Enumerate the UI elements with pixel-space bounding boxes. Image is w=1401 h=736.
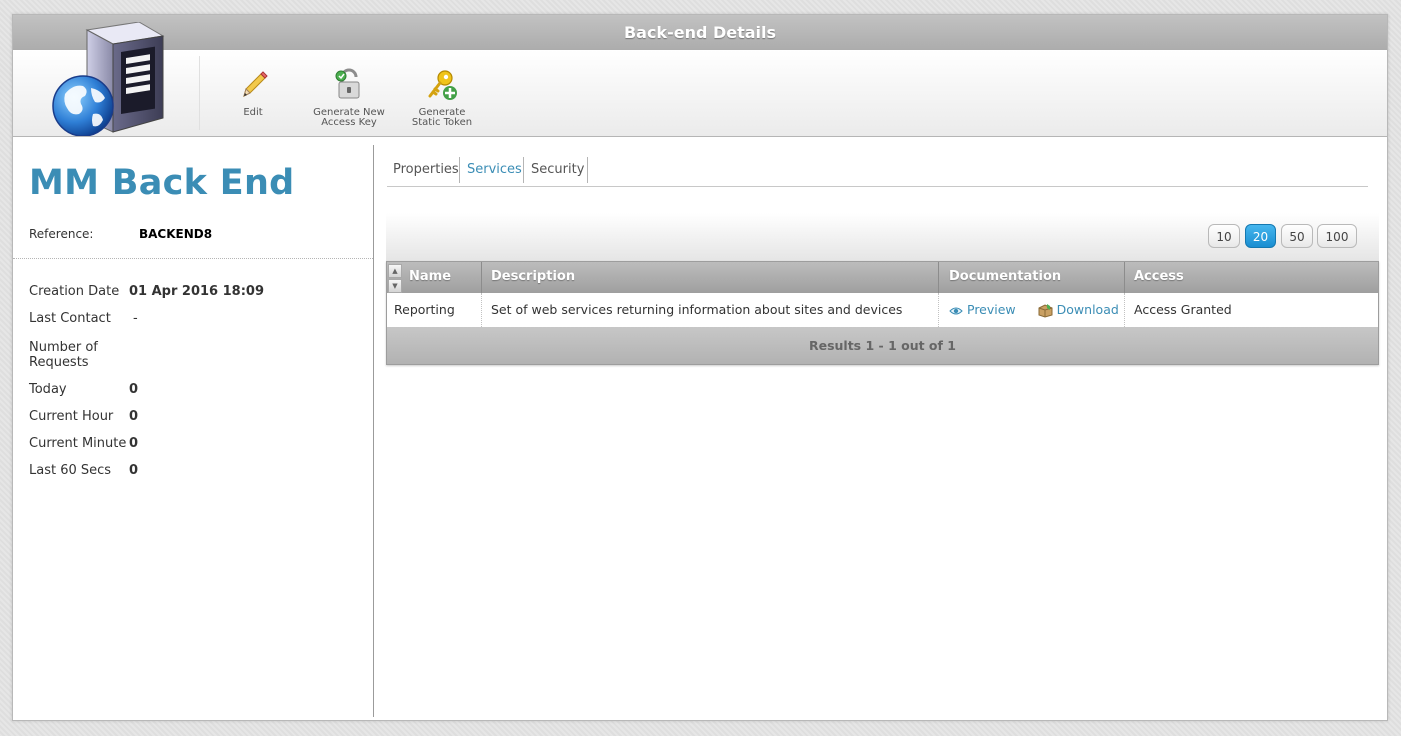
current-minute-value: 0 [129,436,139,451]
toolbar: Edit Generate New Access Key Generate St… [13,22,1387,137]
column-header-access[interactable]: Access [1134,262,1184,293]
download-label: Download [1056,302,1119,317]
access-cell: Access Granted [1134,302,1232,317]
download-link[interactable]: Download [1038,302,1119,318]
package-icon [1038,303,1053,318]
window-title: Back-end Details [13,15,1387,50]
generate-access-key-label-2: Access Key [321,117,377,128]
toolbar-separator [199,56,200,130]
current-hour-label: Current Hour [29,409,114,424]
key-plus-icon [428,70,457,100]
tab-underline [387,186,1368,187]
tab-separator [459,157,460,183]
generate-access-key-button[interactable]: Generate New Access Key [304,68,394,128]
edit-label: Edit [243,107,263,118]
page-size-10-button[interactable]: 10 [1208,224,1240,248]
edit-button[interactable]: Edit [208,68,298,118]
cell-separator [481,293,483,327]
preview-label: Preview [967,302,1016,317]
services-grid: 10 20 50 100 ▲ ▼ Name Description Docume… [386,213,1379,365]
tab-services[interactable]: Services [467,157,522,183]
column-header-description[interactable]: Description [491,262,575,293]
cell-separator [938,293,940,327]
results-footer: Results 1 - 1 out of 1 [387,327,1378,364]
column-separator [481,262,482,293]
current-hour-value: 0 [129,409,139,424]
generate-static-token-label-2: Static Token [411,117,473,128]
backend-info-panel: MM Back End Reference: BACKEND8 Creation… [13,137,373,721]
tab-separator [523,157,524,183]
reference-label: Reference: [29,227,94,241]
backend-name-title: MM Back End [29,163,295,203]
last-contact-label: Last Contact [29,311,111,326]
page-size-100-button[interactable]: 100 [1317,224,1357,248]
last-60-secs-value: 0 [129,463,139,478]
services-table: ▲ ▼ Name Description Documentation Acces… [386,261,1379,365]
info-divider [13,258,373,259]
sort-arrows-icon[interactable]: ▲ ▼ [388,264,402,293]
requests-label-1: Number of [29,340,98,355]
sort-up-icon[interactable]: ▲ [388,264,402,278]
service-description-cell: Set of web services returning informatio… [491,302,903,317]
page-size-50-button[interactable]: 50 [1281,224,1313,248]
last-60-secs-label: Last 60 Secs [29,463,112,478]
column-separator [1124,262,1125,293]
requests-label-2: Requests [29,355,89,370]
page-size-20-button[interactable]: 20 [1245,224,1276,248]
tab-security[interactable]: Security [531,157,584,183]
generate-static-token-button[interactable]: Generate Static Token [397,68,487,128]
creation-date-value: 01 Apr 2016 18:09 [129,284,265,299]
grid-toolbar: 10 20 50 100 [386,213,1379,261]
table-header: ▲ ▼ Name Description Documentation Acces… [387,262,1378,293]
padlock-icon [335,68,360,99]
tab-separator [587,157,588,183]
creation-date-label: Creation Date [29,284,120,299]
column-header-documentation[interactable]: Documentation [949,262,1061,293]
preview-link[interactable]: Preview [949,302,1020,317]
tab-properties[interactable]: Properties [393,157,459,183]
eye-icon [949,307,963,314]
column-header-name[interactable]: Name [409,262,451,293]
column-separator [938,262,939,293]
reference-value: BACKEND8 [139,227,213,241]
backend-details-window: Back-end Details Edit Generate New Acces… [12,14,1388,721]
table-row[interactable]: Reporting Set of web services returning … [387,293,1378,327]
today-label: Today [29,382,67,397]
documentation-cell: Preview Download [949,293,1119,327]
server-globe-icon [52,22,165,136]
current-minute-label: Current Minute [29,436,127,451]
sort-down-icon[interactable]: ▼ [388,279,402,293]
service-name-cell: Reporting [394,302,455,317]
today-value: 0 [129,382,139,397]
panel-separator [373,145,374,717]
last-contact-value: - [133,311,138,326]
pencil-icon [243,71,268,97]
cell-separator [1124,293,1126,327]
